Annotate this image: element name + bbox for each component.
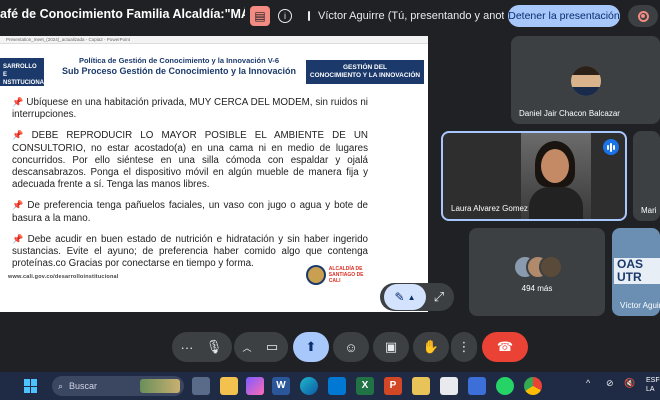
present-screen-icon: ⬆ — [305, 339, 317, 354]
present-screen-icon — [308, 11, 310, 21]
captions-button[interactable]: ▣ — [373, 332, 409, 362]
search-highlight-icon — [140, 379, 180, 393]
avatar — [539, 255, 563, 279]
bullet-item: 📌 DEBE REPRODUCIR LO MAYOR POSIBLE EL AMB… — [12, 130, 368, 191]
participant-video — [521, 133, 591, 219]
alcaldia-cali-logo: ALCALDÍA DE SANTIAGO DE CALI — [306, 264, 376, 286]
participant-name: Daniel Jair Chacon Balcazar — [519, 109, 620, 118]
participant-tile-laura[interactable]: Laura Alvarez Gomez — [441, 131, 627, 221]
file-explorer-icon[interactable] — [220, 377, 238, 395]
top-bar: afé de Conocimiento Familia Alcaldía:"MÁ… — [0, 0, 660, 32]
powerpoint-icon[interactable]: P — [384, 377, 402, 395]
expand-icon: ⤢ — [433, 289, 445, 304]
slide-url: www.cali.gov.co/desarrolloinstitucional — [8, 274, 119, 280]
language-indicator[interactable]: ESF LA — [646, 376, 660, 394]
copilot-icon[interactable] — [246, 377, 264, 395]
group-avatars — [513, 255, 563, 279]
others-count: 494 más — [521, 284, 553, 293]
captions-icon: ▣ — [384, 339, 398, 354]
stop-presenting-button[interactable]: Detener la presentación — [508, 5, 620, 27]
pushpin-icon: 📌 — [12, 233, 25, 244]
emoji-icon: ☺ — [344, 339, 358, 355]
word-icon[interactable]: W — [272, 377, 290, 395]
call-controls: ··· 🎙 ︿ ▭ ⬆ ☺ ▣ ✋ ⋮ ☎ — [0, 322, 660, 372]
pen-icon: ✎ — [394, 290, 405, 304]
slide-title: Política de Gestión de Conocimiento y la… — [54, 56, 304, 76]
excel-icon[interactable]: X — [356, 377, 374, 395]
slide-right-badge-text: GESTIÓN DEL CONOCIMIENTO Y LA INNOVACIÓN — [309, 64, 421, 79]
pushpin-icon: 📌 — [12, 130, 29, 141]
chevron-up-icon: ▲ — [407, 292, 416, 302]
volume-icon[interactable]: 🔇 — [624, 378, 635, 389]
slide-title-line2: Sub Proceso Gestión de Conocimiento y la… — [61, 66, 297, 76]
taskbar-search-label: Buscar — [69, 381, 98, 391]
whatsapp-icon[interactable] — [496, 377, 514, 395]
slide-bullets: 📌 Ubíquese en una habitación privada, MUY… — [12, 96, 368, 278]
participant-tile-daniel[interactable]: Daniel Jair Chacon Balcazar — [511, 36, 660, 124]
fullscreen-button[interactable]: ⤢ — [426, 284, 452, 310]
teams-icon[interactable] — [468, 377, 486, 395]
participant-tile-mari[interactable]: Mari — [633, 131, 660, 221]
slide-left-badge-text: SARROLLO E NSTITUCIONAL — [3, 64, 48, 86]
participant-name: Mari — [641, 206, 657, 215]
annotate-pen-button[interactable]: ✎ ▲ — [384, 284, 426, 310]
pushpin-icon: 📌 — [12, 200, 25, 211]
more-dots-icon: ··· — [180, 339, 194, 355]
windows-taskbar: ⌕ Buscar W X P ^ ⊘ 🔇 ESF LA — [0, 372, 660, 400]
folder-icon[interactable] — [412, 377, 430, 395]
slide-right-badge: GESTIÓN DEL CONOCIMIENTO Y LA INNOVACIÓN — [306, 60, 424, 84]
shared-presentation: Presentation_meet_(2024)_actualizada - C… — [0, 36, 428, 312]
windows-start-icon[interactable] — [24, 379, 38, 393]
avatar — [571, 66, 601, 96]
leave-call-button[interactable]: ☎ — [482, 332, 528, 362]
pushpin-icon: 📌 — [12, 97, 24, 107]
edge-icon[interactable] — [300, 377, 318, 395]
participant-name: Laura Alvarez Gomez — [451, 204, 528, 213]
slide-title-line1: Política de Gestión de Conocimiento y la… — [78, 56, 280, 65]
presenting-chip-label: Víctor Aguirre (Tú, presentando y anota.… — [318, 10, 504, 22]
store-icon[interactable] — [440, 377, 458, 395]
slide-left-badge: SARROLLO E NSTITUCIONAL — [0, 58, 48, 86]
chrome-icon[interactable] — [524, 377, 542, 395]
cali-logo-text: ALCALDÍA DE SANTIAGO DE CALI — [328, 266, 364, 284]
network-icon[interactable]: ⊘ — [606, 378, 614, 389]
info-icon[interactable]: i — [278, 9, 292, 23]
more-options-button[interactable]: ⋮ — [451, 332, 477, 362]
mail-icon[interactable] — [328, 377, 346, 395]
recording-button[interactable] — [628, 5, 658, 27]
microphone-button[interactable]: 🎙 — [198, 332, 230, 362]
chevron-up-icon: ︿ — [242, 342, 252, 353]
bullet-item: 📌 De preferencia tenga pañuelos faciales,… — [12, 200, 368, 224]
presenting-chip[interactable]: Víctor Aguirre (Tú, presentando y anota.… — [308, 5, 504, 27]
raise-hand-button[interactable]: ✋ — [413, 332, 449, 362]
cali-seal-icon — [306, 265, 326, 285]
camera-button[interactable]: ▭ — [256, 332, 288, 362]
search-icon: ⌕ — [58, 380, 64, 391]
meet-window: afé de Conocimiento Familia Alcaldía:"MÁ… — [0, 0, 660, 400]
slides-app-icon[interactable]: ▤ — [250, 6, 270, 26]
speaking-indicator-icon — [603, 139, 619, 155]
phone-hangup-icon: ☎ — [496, 339, 514, 354]
hand-icon: ✋ — [422, 339, 440, 354]
present-screen-button[interactable]: ⬆ — [293, 332, 329, 362]
participant-name: Víctor Aguir — [620, 301, 660, 310]
victor-background-sign: OAS UTR — [614, 258, 660, 284]
participant-tile-victor[interactable]: OAS UTR Víctor Aguir — [612, 228, 660, 316]
record-icon — [637, 10, 649, 22]
reactions-button[interactable]: ☺ — [333, 332, 369, 362]
meeting-title: afé de Conocimiento Familia Alcaldía:"MÁ… — [0, 7, 245, 21]
bullet-item: 📌 Ubíquese en una habitación privada, MUY… — [12, 97, 368, 121]
slide-file-bar: Presentation_meet_(2024)_actualizada - C… — [0, 36, 428, 44]
chevron-up-icon[interactable]: ^ — [586, 378, 590, 388]
vertical-dots-icon: ⋮ — [457, 339, 471, 354]
video-camera-icon: ▭ — [265, 339, 279, 354]
others-tile[interactable]: 494 más — [469, 228, 605, 316]
task-view-icon[interactable] — [192, 377, 210, 395]
taskbar-search[interactable]: ⌕ Buscar — [52, 376, 184, 396]
microphone-icon: 🎙 — [205, 339, 223, 354]
